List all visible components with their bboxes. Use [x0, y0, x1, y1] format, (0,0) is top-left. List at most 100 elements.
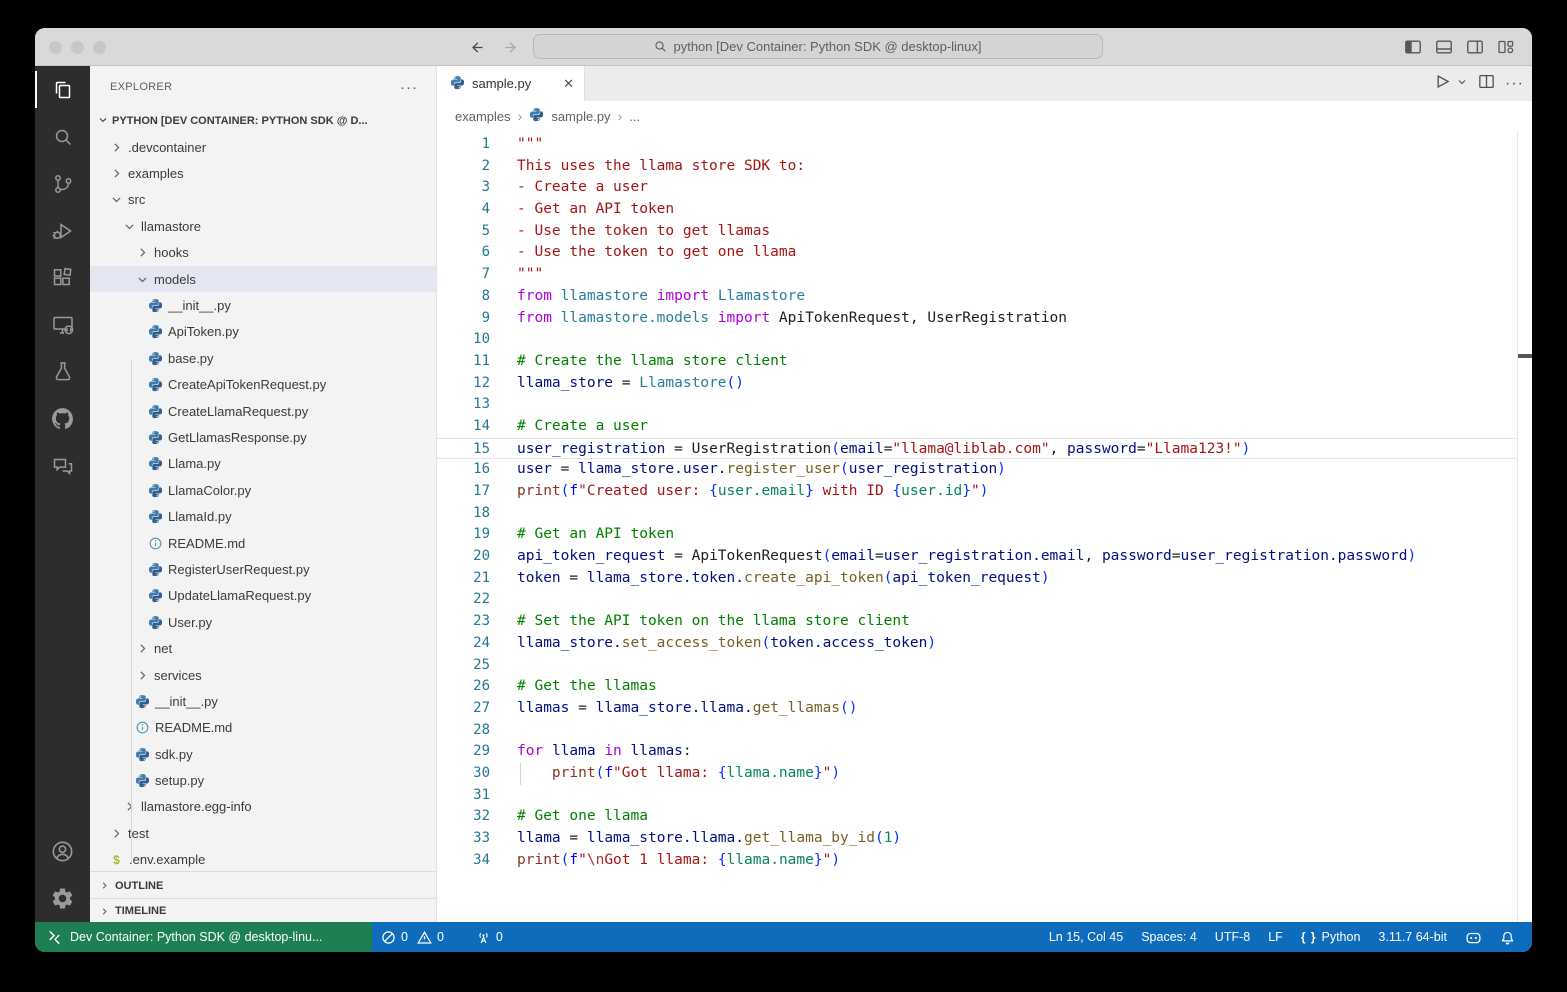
navigate-forward-button[interactable] — [503, 28, 520, 66]
python-interpreter-status[interactable]: 3.11.7 64-bit — [1369, 922, 1456, 952]
code-line[interactable]: 23 # Set the API token on the llama store… — [437, 611, 1532, 633]
code-line[interactable]: 4 - Get an API token — [437, 199, 1532, 221]
code-line[interactable]: 32 # Get one llama — [437, 806, 1532, 828]
tree-item-src[interactable]: src — [90, 187, 436, 213]
code-line[interactable]: 28 — [437, 720, 1532, 742]
code-line[interactable]: 1 """ — [437, 134, 1532, 156]
tree-item-__init__.py[interactable]: __init__.py — [90, 292, 436, 318]
toggle-primary-sidebar-button[interactable] — [1403, 37, 1423, 57]
tree-item-CreateApiTokenRequest.py[interactable]: CreateApiTokenRequest.py — [90, 372, 436, 398]
code-line[interactable]: 33 llama = llama_store.llama.get_llama_by… — [437, 828, 1532, 850]
activity-item-source-control[interactable] — [35, 160, 90, 207]
code-line[interactable]: 34 print(f"\nGot 1 llama: {llama.name}") — [437, 850, 1532, 872]
timeline-section-header[interactable]: TIMELINE — [90, 898, 436, 922]
cursor-position-status[interactable]: Ln 15, Col 45 — [1040, 922, 1132, 952]
code-line[interactable]: 17 print(f"Created user: {user.email} wit… — [437, 481, 1532, 503]
tree-item-LlamaId.py[interactable]: LlamaId.py — [90, 503, 436, 529]
tree-item-README.md[interactable]: README.md — [90, 530, 436, 556]
activity-item-manage[interactable] — [35, 875, 90, 922]
problems-status[interactable]: 0 0 — [372, 922, 453, 952]
code-line[interactable]: 11 # Create the llama store client — [437, 351, 1532, 373]
tree-item-test[interactable]: test — [90, 820, 436, 846]
eol-status[interactable]: LF — [1259, 922, 1292, 952]
code-line[interactable]: 7 """ — [437, 264, 1532, 286]
code-line[interactable]: 31 — [437, 785, 1532, 807]
tree-item-ApiToken.py[interactable]: ApiToken.py — [90, 319, 436, 345]
code-line[interactable]: 25 — [437, 655, 1532, 677]
code-line[interactable]: 10 — [437, 329, 1532, 351]
editor-scrollbar[interactable] — [1517, 131, 1532, 922]
tree-item-.devcontainer[interactable]: .devcontainer — [90, 134, 436, 160]
code-area[interactable]: 1 """ 2 This uses the llama store SDK to: 3 -… — [437, 131, 1532, 922]
tab-sample-py[interactable]: sample.py ✕ — [437, 66, 585, 101]
ports-status[interactable]: 0 — [467, 922, 512, 952]
tree-item-CreateLlamaRequest.py[interactable]: CreateLlamaRequest.py — [90, 398, 436, 424]
close-tab-icon[interactable]: ✕ — [563, 76, 574, 92]
code-line[interactable]: 27 llamas = llama_store.llama.get_llamas(… — [437, 698, 1532, 720]
tree-item-UpdateLlamaRequest.py[interactable]: UpdateLlamaRequest.py — [90, 583, 436, 609]
code-line[interactable]: 8 from llamastore import Llamastore — [437, 286, 1532, 308]
tree-item-Llama.py[interactable]: Llama.py — [90, 451, 436, 477]
activity-item-accounts[interactable] — [35, 828, 90, 875]
tree-item-llamastore[interactable]: llamastore — [90, 213, 436, 239]
tree-item-README.md[interactable]: README.md — [90, 715, 436, 741]
code-line[interactable]: 26 # Get the llamas — [437, 676, 1532, 698]
tree-item-services[interactable]: services — [90, 662, 436, 688]
tree-item-RegisterUserRequest.py[interactable]: RegisterUserRequest.py — [90, 556, 436, 582]
tree-item-GetLlamasResponse.py[interactable]: GetLlamasResponse.py — [90, 424, 436, 450]
tree-item-User.py[interactable]: User.py — [90, 609, 436, 635]
tree-item-sdk.py[interactable]: sdk.py — [90, 741, 436, 767]
indentation-status[interactable]: Spaces: 4 — [1132, 922, 1206, 952]
activity-item-remote-explorer[interactable] — [35, 301, 90, 348]
code-line[interactable]: 18 — [437, 503, 1532, 525]
navigate-back-button[interactable] — [468, 28, 485, 66]
run-dropdown-button[interactable] — [1456, 75, 1468, 93]
code-line[interactable]: 3 - Create a user — [437, 177, 1532, 199]
copilot-status[interactable] — [1456, 922, 1491, 952]
tree-item-__init__.py[interactable]: __init__.py — [90, 688, 436, 714]
code-line[interactable]: 30 print(f"Got llama: {llama.name}") — [437, 762, 1532, 785]
run-python-file-button[interactable] — [1432, 72, 1451, 96]
tree-item-examples[interactable]: examples — [90, 160, 436, 186]
tree-item-.env.example[interactable]: $ .env.example — [90, 847, 436, 873]
code-line[interactable]: 24 llama_store.set_access_token(token.acc… — [437, 633, 1532, 655]
tree-item-LlamaColor.py[interactable]: LlamaColor.py — [90, 477, 436, 503]
split-editor-button[interactable] — [1477, 72, 1496, 96]
remote-indicator[interactable]: Dev Container: Python SDK @ desktop-linu… — [35, 922, 372, 952]
activity-item-extensions[interactable] — [35, 254, 90, 301]
code-line[interactable]: 14 # Create a user — [437, 416, 1532, 438]
code-line[interactable]: 2 This uses the llama store SDK to: — [437, 156, 1532, 178]
notifications-status[interactable] — [1491, 922, 1524, 952]
tree-item-llamastore.egg-info[interactable]: llamastore.egg-info — [90, 794, 436, 820]
code-line[interactable]: 22 — [437, 589, 1532, 611]
close-traffic-light[interactable] — [49, 41, 62, 54]
activity-item-testing[interactable] — [35, 348, 90, 395]
code-line[interactable]: 29 for llama in llamas: — [437, 741, 1532, 763]
code-line[interactable]: 15 user_registration = UserRegistration(e… — [437, 437, 1532, 460]
tree-item-net[interactable]: net — [90, 635, 436, 661]
tree-item-setup.py[interactable]: setup.py — [90, 767, 436, 793]
minimize-traffic-light[interactable] — [71, 41, 84, 54]
code-line[interactable]: 5 - Use the token to get llamas — [437, 221, 1532, 243]
toggle-secondary-sidebar-button[interactable] — [1465, 37, 1485, 57]
tree-item-models[interactable]: models — [90, 265, 436, 293]
tree-item-hooks[interactable]: hooks — [90, 240, 436, 266]
breadcrumb-symbol[interactable]: ... — [629, 109, 640, 124]
activity-item-run-and-debug[interactable] — [35, 207, 90, 254]
code-line[interactable]: 21 token = llama_store.token.create_api_t… — [437, 568, 1532, 590]
zoom-traffic-light[interactable] — [93, 41, 106, 54]
customize-layout-button[interactable] — [1496, 37, 1516, 57]
code-line[interactable]: 20 api_token_request = ApiTokenRequest(em… — [437, 546, 1532, 568]
explorer-more-actions-button[interactable]: ··· — [400, 79, 418, 96]
activity-item-github[interactable] — [35, 395, 90, 442]
code-line[interactable]: 12 llama_store = Llamastore() — [437, 373, 1532, 395]
code-line[interactable]: 13 — [437, 394, 1532, 416]
tree-item-base.py[interactable]: base.py — [90, 345, 436, 371]
code-line[interactable]: 6 - Use the token to get one llama — [437, 242, 1532, 264]
workspace-section-header[interactable]: PYTHON [DEV CONTAINER: PYTHON SDK @ D... — [90, 108, 436, 134]
encoding-status[interactable]: UTF-8 — [1206, 922, 1259, 952]
more-actions-button[interactable]: ··· — [1505, 75, 1524, 93]
code-line[interactable]: 16 user = llama_store.user.register_user(… — [437, 459, 1532, 481]
activity-item-search[interactable] — [35, 113, 90, 160]
code-line[interactable]: 19 # Get an API token — [437, 524, 1532, 546]
